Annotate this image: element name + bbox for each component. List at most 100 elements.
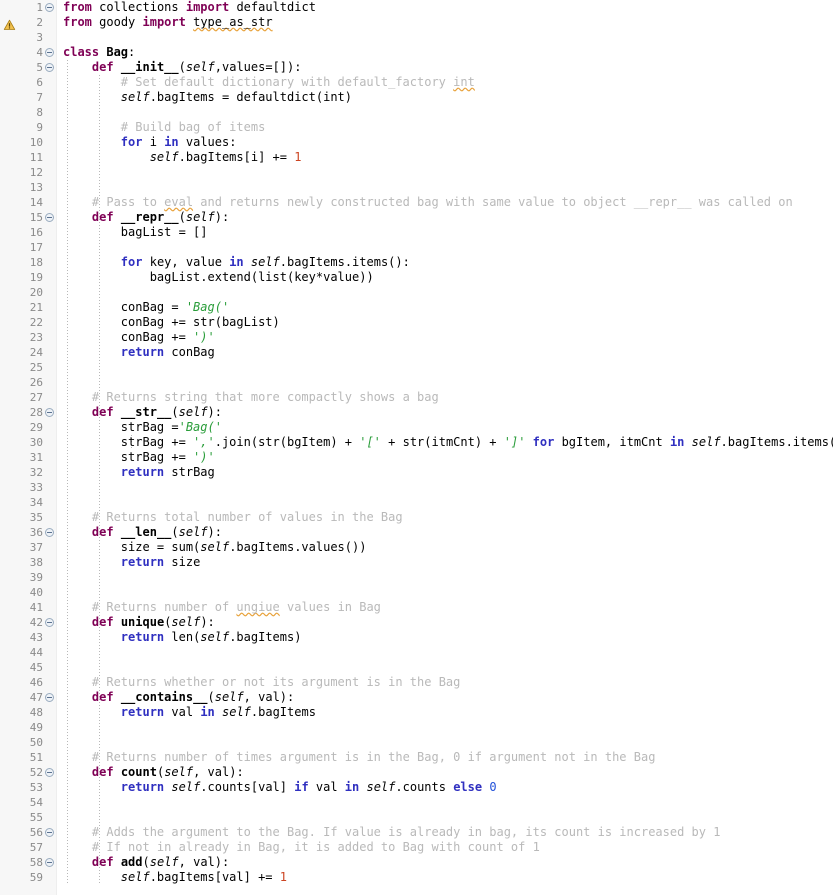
code-line[interactable] (57, 285, 833, 300)
fold-collapse-icon[interactable] (45, 213, 54, 222)
code-line[interactable] (57, 585, 833, 600)
fold-collapse-icon[interactable] (45, 828, 54, 837)
fold-collapse-icon[interactable] (45, 408, 54, 417)
code-line[interactable] (57, 480, 833, 495)
code-line[interactable]: bagList.extend(list(key*value)) (57, 270, 833, 285)
fold-collapse-icon[interactable] (45, 858, 54, 867)
code-line[interactable]: # Returns total number of values in the … (57, 510, 833, 525)
code-line[interactable] (57, 645, 833, 660)
code-line[interactable]: def __repr__(self): (57, 210, 833, 225)
line-number: 44 (29, 646, 43, 659)
code-line[interactable]: # Returns whether or not its argument is… (57, 675, 833, 690)
code-line[interactable]: # Adds the argument to the Bag. If value… (57, 825, 833, 840)
warning-triangle-icon[interactable] (3, 16, 16, 30)
code-line[interactable]: for key, value in self.bagItems.items(): (57, 255, 833, 270)
fold-collapse-icon[interactable] (45, 63, 54, 72)
line-number: 43 (29, 631, 43, 644)
code-lines: from collections import defaultdict from … (57, 0, 833, 885)
marker-row (0, 840, 20, 855)
code-line[interactable]: def __len__(self): (57, 525, 833, 540)
code-line[interactable] (57, 810, 833, 825)
fold-collapse-icon[interactable] (45, 693, 54, 702)
code-line[interactable]: bagList = [] (57, 225, 833, 240)
code-line[interactable]: strBag += ','.join(str(bgItem) + '[' + s… (57, 435, 833, 450)
marker-row (0, 255, 20, 270)
fold-row (44, 705, 56, 720)
code-line[interactable]: self.bagItems = defaultdict(int) (57, 90, 833, 105)
code-line[interactable]: for i in values: (57, 135, 833, 150)
line-number: 42 (29, 616, 43, 629)
marker-row (0, 15, 20, 30)
code-line[interactable]: # Returns string that more compactly sho… (57, 390, 833, 405)
marker-row (0, 270, 20, 285)
code-editor[interactable]: 1 2 3 4 5 6 7 8 9 10 11 12 13 14 15 16 17 18 19 20 21 22 23 24 2… (0, 0, 833, 895)
marker-row (0, 630, 20, 645)
code-line[interactable]: conBag += ')' (57, 330, 833, 345)
code-line[interactable]: conBag = 'Bag(' (57, 300, 833, 315)
code-line[interactable]: self.bagItems[val] += 1 (57, 870, 833, 885)
fold-collapse-icon[interactable] (45, 3, 54, 12)
line-number: 37 (29, 541, 43, 554)
code-line[interactable]: # Returns number of times argument is in… (57, 750, 833, 765)
code-line[interactable]: def count(self, val): (57, 765, 833, 780)
code-line[interactable]: # Returns number of ungiue values in Bag (57, 600, 833, 615)
code-line[interactable]: # Pass to eval and returns newly constru… (57, 195, 833, 210)
code-line[interactable] (57, 30, 833, 45)
code-line[interactable] (57, 165, 833, 180)
code-line[interactable]: strBag ='Bag(' (57, 420, 833, 435)
code-line[interactable]: def unique(self): (57, 615, 833, 630)
code-line[interactable]: return self.counts[val] if val in self.c… (57, 780, 833, 795)
code-line[interactable]: def add(self, val): (57, 855, 833, 870)
line-number: 54 (29, 796, 43, 809)
code-line[interactable]: # Set default dictionary with default_fa… (57, 75, 833, 90)
marker-row (0, 225, 20, 240)
code-line[interactable] (57, 495, 833, 510)
code-line[interactable]: def __init__(self,values=[]): (57, 60, 833, 75)
line-number: 34 (29, 496, 43, 509)
fold-collapse-icon[interactable] (45, 768, 54, 777)
code-line[interactable] (57, 660, 833, 675)
code-line[interactable] (57, 180, 833, 195)
code-line[interactable] (57, 570, 833, 585)
fold-collapse-icon[interactable] (45, 618, 54, 627)
code-line[interactable]: def __str__(self): (57, 405, 833, 420)
code-line[interactable]: # If not in already in Bag, it is added … (57, 840, 833, 855)
code-line[interactable]: strBag += ')' (57, 450, 833, 465)
code-line[interactable]: size = sum(self.bagItems.values()) (57, 540, 833, 555)
code-line[interactable]: def __contains__(self, val): (57, 690, 833, 705)
code-line[interactable]: # Build bag of items (57, 120, 833, 135)
code-line[interactable]: conBag += str(bagList) (57, 315, 833, 330)
fold-row (44, 780, 56, 795)
fold-row (44, 60, 56, 75)
fold-row (44, 315, 56, 330)
code-line[interactable]: self.bagItems[i] += 1 (57, 150, 833, 165)
code-line[interactable] (57, 720, 833, 735)
code-line[interactable] (57, 795, 833, 810)
annotation-marker-gutter[interactable] (0, 0, 20, 895)
fold-collapse-icon[interactable] (45, 528, 54, 537)
fold-row (44, 675, 56, 690)
code-line[interactable]: from goody import type_as_str (57, 15, 833, 30)
marker-row (0, 345, 20, 360)
marker-row (0, 420, 20, 435)
code-line[interactable]: from collections import defaultdict (57, 0, 833, 15)
line-number: 25 (29, 361, 43, 374)
code-line[interactable] (57, 375, 833, 390)
code-text-area[interactable]: from collections import defaultdict from … (57, 0, 833, 895)
code-folding-gutter[interactable] (44, 0, 57, 895)
fold-row (44, 195, 56, 210)
code-line[interactable]: return val in self.bagItems (57, 705, 833, 720)
code-line[interactable]: return len(self.bagItems) (57, 630, 833, 645)
code-line[interactable] (57, 735, 833, 750)
code-line[interactable]: return size (57, 555, 833, 570)
fold-row (44, 225, 56, 240)
fold-row (44, 555, 56, 570)
code-line[interactable] (57, 240, 833, 255)
code-line[interactable]: return strBag (57, 465, 833, 480)
code-line[interactable] (57, 105, 833, 120)
code-line[interactable]: return conBag (57, 345, 833, 360)
line-number: 21 (29, 301, 43, 314)
code-line[interactable]: class Bag: (57, 45, 833, 60)
code-line[interactable] (57, 360, 833, 375)
fold-collapse-icon[interactable] (45, 48, 54, 57)
